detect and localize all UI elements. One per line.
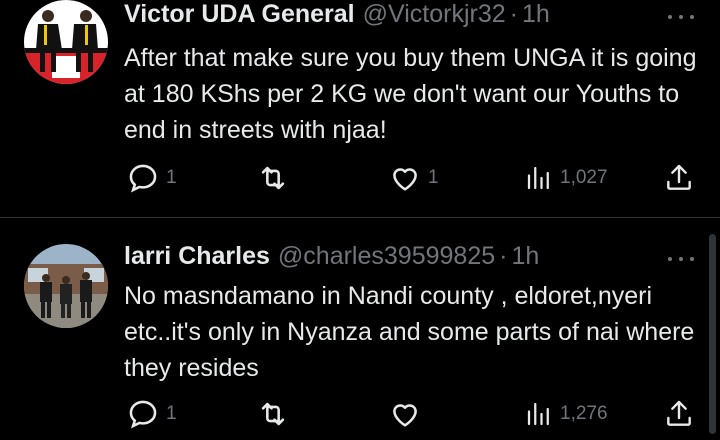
more-icon[interactable] bbox=[668, 12, 694, 22]
timestamp[interactable]: 1h bbox=[522, 0, 550, 29]
views-icon bbox=[527, 166, 549, 190]
user-handle[interactable]: @charles39599825 bbox=[278, 242, 495, 271]
heart-icon bbox=[393, 168, 417, 191]
retweet-button[interactable] bbox=[256, 158, 296, 198]
reply-button[interactable]: 1 bbox=[126, 394, 177, 434]
views-button[interactable]: 1,027 bbox=[524, 158, 608, 198]
retweet-button[interactable] bbox=[256, 394, 296, 434]
display-name[interactable]: Victor UDA General bbox=[124, 0, 355, 29]
views-icon bbox=[527, 402, 549, 426]
retweet-icon bbox=[261, 402, 285, 426]
timestamp[interactable]: 1h bbox=[511, 242, 539, 271]
separator-dot: · bbox=[499, 242, 508, 270]
share-button[interactable] bbox=[663, 394, 695, 434]
reply-button[interactable]: 1 bbox=[126, 158, 177, 198]
heart-icon bbox=[393, 404, 417, 427]
share-icon bbox=[667, 164, 691, 190]
display-name[interactable]: larri Charles bbox=[124, 242, 270, 271]
retweet-icon bbox=[261, 166, 285, 190]
views-count: 1,276 bbox=[560, 403, 608, 424]
avatar[interactable] bbox=[24, 244, 108, 328]
reply-count: 1 bbox=[166, 167, 177, 188]
like-count: 1 bbox=[428, 167, 439, 188]
user-handle[interactable]: @Victorkjr32 bbox=[363, 0, 506, 29]
tweet[interactable]: Victor UDA General @Victorkjr32 · 1h Aft… bbox=[0, 0, 720, 214]
separator-dot: · bbox=[509, 0, 518, 28]
tweet[interactable]: larri Charles @charles39599825 · 1h No m… bbox=[0, 222, 720, 440]
action-bar: 1 1 1,027 bbox=[0, 158, 720, 198]
more-icon[interactable] bbox=[668, 254, 694, 264]
tweet-text: No masndamano in Nandi county , eldoret,… bbox=[124, 282, 695, 382]
reply-count: 1 bbox=[166, 403, 177, 424]
tweet-header: larri Charles @charles39599825 · 1h bbox=[124, 242, 539, 274]
reply-icon bbox=[129, 400, 157, 429]
tweet-divider bbox=[0, 217, 720, 218]
action-bar: 1 1,276 bbox=[0, 394, 720, 434]
share-icon bbox=[667, 400, 691, 426]
views-button[interactable]: 1,276 bbox=[524, 394, 608, 434]
reply-icon bbox=[129, 164, 157, 193]
views-count: 1,027 bbox=[560, 167, 608, 188]
like-button[interactable]: 1 bbox=[388, 158, 439, 198]
scrollbar[interactable] bbox=[709, 234, 716, 434]
avatar[interactable] bbox=[24, 0, 108, 84]
tweet-text: After that make sure you buy them UNGA i… bbox=[124, 44, 697, 144]
share-button[interactable] bbox=[663, 158, 695, 198]
tweet-header: Victor UDA General @Victorkjr32 · 1h bbox=[124, 0, 550, 32]
like-button[interactable] bbox=[388, 394, 428, 434]
